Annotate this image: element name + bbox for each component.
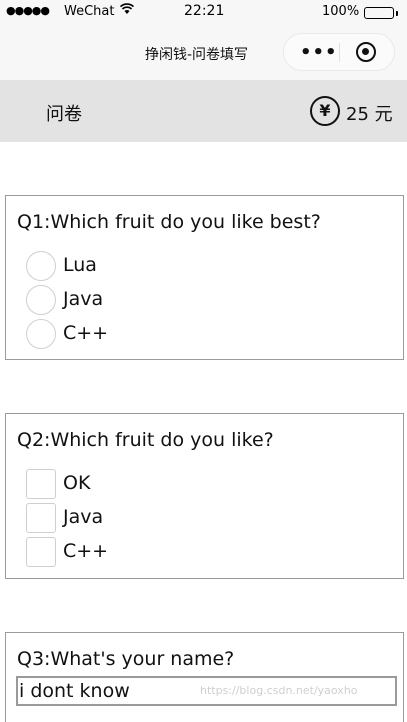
radio-button[interactable] — [26, 285, 56, 315]
question-title: Q1:Which fruit do you like best? — [17, 211, 321, 233]
battery-percent: 100% — [322, 4, 360, 19]
question-title: Q3:What's your name? — [17, 648, 235, 670]
question-card-2: Q2:Which fruit do you like? OK Java C++ — [5, 413, 404, 579]
question-card-1: Q1:Which fruit do you like best? Lua Jav… — [5, 195, 404, 360]
option-label: OK — [63, 472, 91, 494]
capsule-divider — [339, 43, 340, 62]
yuan-coin-icon: ¥ — [310, 96, 340, 126]
option-label: Lua — [63, 254, 97, 276]
miniprogram-capsule: ••• — [283, 33, 395, 71]
nav-bar: 挣闲钱-问卷填写 ••• — [0, 25, 407, 80]
close-target-icon[interactable] — [356, 42, 376, 62]
questionnaire-header: 问卷 ¥ 25 元 — [0, 80, 407, 142]
radio-button[interactable] — [26, 251, 56, 281]
option-label: C++ — [63, 540, 109, 562]
option-label: Java — [63, 288, 104, 310]
option-label: C++ — [63, 322, 109, 344]
page-title: 挣闲钱-问卷填写 — [145, 47, 249, 63]
reward-amount: 25 元 — [346, 104, 393, 125]
radio-button[interactable] — [26, 319, 56, 349]
name-input[interactable] — [16, 676, 397, 706]
header-title: 问卷 — [46, 104, 82, 125]
checkbox[interactable] — [26, 469, 56, 499]
signal-icon: ●●●●● — [6, 4, 50, 17]
checkbox[interactable] — [26, 537, 56, 567]
battery-cap — [396, 11, 398, 16]
carrier-label: WeChat — [64, 4, 115, 19]
status-bar: ●●●●● WeChat 22:21 100% — [0, 0, 407, 25]
wifi-icon — [119, 3, 135, 18]
checkbox[interactable] — [26, 503, 56, 533]
option-label: Java — [63, 506, 104, 528]
more-icon[interactable]: ••• — [300, 42, 338, 63]
question-title: Q2:Which fruit do you like? — [17, 429, 274, 451]
clock: 22:21 — [184, 3, 225, 19]
battery-icon — [364, 7, 394, 19]
